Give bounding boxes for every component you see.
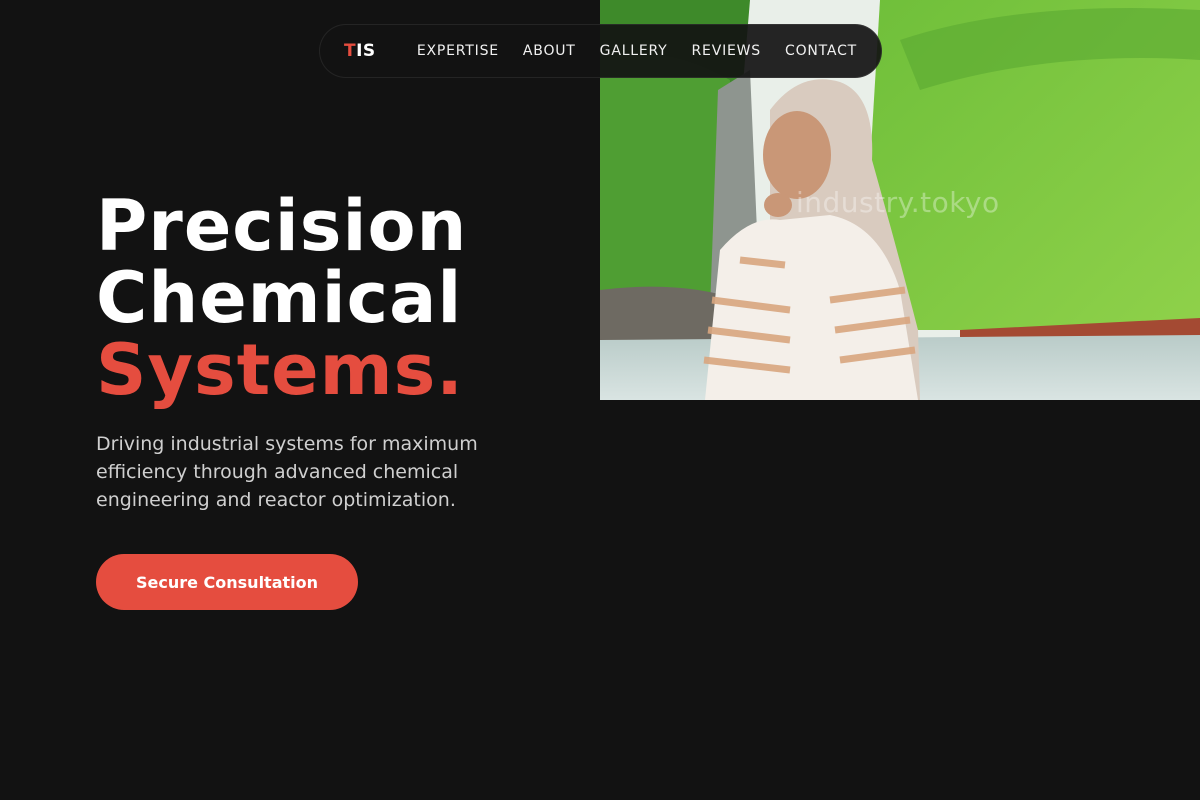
nav-links: EXPERTISE ABOUT GALLERY REVIEWS CONTACT [417,43,857,59]
image-watermark: industry.tokyo [796,186,1000,219]
logo-accent-letter: T [344,41,357,61]
headline-line-3-accent: Systems. [96,329,464,411]
main-nav: TIS EXPERTISE ABOUT GALLERY REVIEWS CONT… [319,24,882,78]
nav-link-expertise[interactable]: EXPERTISE [417,43,499,59]
hero-subtitle: Driving industrial systems for maximum e… [96,433,478,511]
nav-link-contact[interactable]: CONTACT [785,43,857,59]
nav-link-about[interactable]: ABOUT [523,43,576,59]
headline-line-1: Precision [96,185,468,267]
secure-consultation-button[interactable]: Secure Consultation [96,554,358,610]
site-logo[interactable]: TIS [344,41,417,61]
logo-text: IS [356,41,376,61]
headline-line-2: Chemical [96,257,463,339]
hero-headline: Precision Chemical Systems. [96,190,467,406]
nav-link-gallery[interactable]: GALLERY [600,43,668,59]
nav-link-reviews[interactable]: REVIEWS [692,43,761,59]
